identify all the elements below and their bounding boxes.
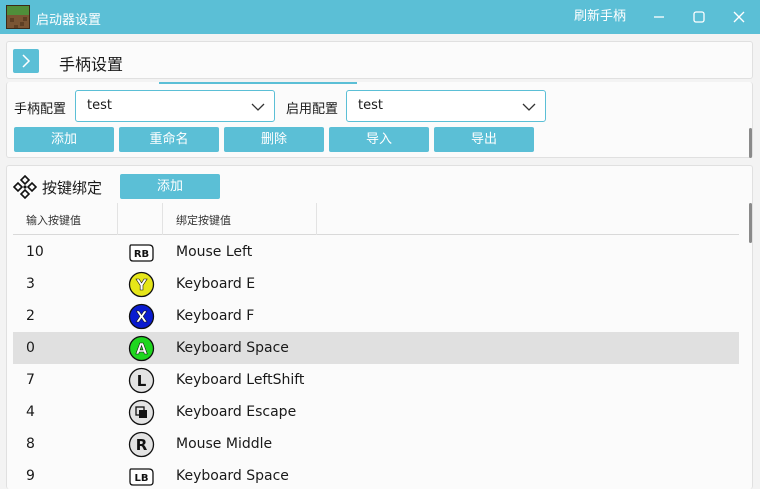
svg-text:R: R (136, 436, 148, 454)
x-button-icon: X (128, 303, 155, 330)
gamepad-config-value: test (87, 98, 112, 113)
table-row[interactable]: 9 LB Keyboard Space (13, 460, 739, 489)
rename-config-button[interactable]: 重命名 (119, 127, 219, 152)
config-panel: 手柄配置 test 启用配置 test 添加 重命名 删除 导入 导出 (6, 82, 753, 158)
table-body: 10 RB Mouse Left 3 Y Keyboard E 2 X Keyboard F 0 A… (13, 236, 739, 489)
export-config-button[interactable]: 导出 (434, 127, 534, 152)
chevron-down-icon (251, 103, 265, 111)
bound-key-value: Keyboard F (176, 308, 255, 324)
column-header-input[interactable]: 输入按键值 (26, 212, 81, 228)
import-config-button[interactable]: 导入 (329, 127, 429, 152)
column-header-bind[interactable]: 绑定按键值 (176, 212, 231, 228)
maximize-icon (693, 11, 705, 23)
add-config-button[interactable]: 添加 (14, 127, 114, 152)
dpad-icon (13, 175, 37, 199)
input-key-value: 4 (26, 404, 35, 420)
table-row[interactable]: 10 RB Mouse Left (13, 236, 739, 268)
refresh-gamepad-button[interactable]: 刷新手柄 (566, 6, 634, 28)
table-row[interactable]: 7 L Keyboard LeftShift (13, 364, 739, 396)
a-button-icon: A (128, 335, 155, 362)
table-row[interactable]: 8 R Mouse Middle (13, 428, 739, 460)
input-key-value: 9 (26, 468, 35, 484)
table-row[interactable]: 0 A Keyboard Space (13, 332, 739, 364)
view-button-icon (128, 399, 155, 426)
minimize-button[interactable] (646, 4, 672, 30)
key-bindings-title: 按键绑定 (42, 179, 103, 197)
table-row[interactable]: 2 X Keyboard F (13, 300, 739, 332)
close-button[interactable] (726, 4, 752, 30)
title-bar: 启动器设置 刷新手柄 (0, 0, 760, 34)
svg-text:A: A (136, 340, 148, 358)
config-scrollbar[interactable] (749, 128, 752, 158)
right-stick-icon: R (128, 431, 155, 458)
input-key-value: 8 (26, 436, 35, 452)
input-key-value: 3 (26, 276, 35, 292)
enabled-config-select[interactable]: test (346, 90, 546, 122)
window-title: 启动器设置 (36, 13, 102, 28)
enabled-config-value: test (358, 98, 383, 113)
input-key-value: 7 (26, 372, 35, 388)
svg-text:X: X (136, 308, 148, 326)
gamepad-config-select[interactable]: test (75, 90, 275, 122)
y-button-icon: Y (128, 271, 155, 298)
svg-text:Y: Y (135, 276, 148, 294)
svg-text:RB: RB (134, 249, 149, 260)
bound-key-value: Mouse Left (176, 244, 253, 260)
svg-text:L: L (137, 372, 147, 390)
input-key-value: 0 (26, 340, 35, 356)
bound-key-value: Keyboard LeftShift (176, 372, 305, 388)
app-icon (6, 5, 30, 29)
close-icon (733, 11, 745, 23)
input-key-value: 2 (26, 308, 35, 324)
bindings-scrollbar[interactable] (749, 203, 752, 243)
key-bindings-panel: 按键绑定 添加 输入按键值 绑定按键值 10 RB Mouse Left 3 Y Keyb… (6, 165, 753, 489)
bound-key-value: Keyboard E (176, 276, 256, 292)
expand-button[interactable] (13, 49, 39, 73)
input-key-value: 10 (26, 244, 44, 260)
gamepad-settings-header: 手柄设置 (6, 41, 753, 79)
page-title: 手柄设置 (59, 55, 124, 74)
accent-line (159, 82, 357, 84)
left-stick-icon: L (128, 367, 155, 394)
svg-text:LB: LB (135, 473, 149, 484)
bound-key-value: Keyboard Space (176, 340, 289, 356)
table-row[interactable]: 4 Keyboard Escape (13, 396, 739, 428)
chevron-right-icon (22, 54, 31, 68)
rb-icon: RB (129, 244, 154, 262)
table-header: 输入按键值 绑定按键值 (13, 203, 739, 235)
gamepad-config-label: 手柄配置 (14, 102, 67, 117)
enabled-config-label: 启用配置 (286, 102, 339, 117)
maximize-button[interactable] (686, 4, 712, 30)
bound-key-value: Keyboard Space (176, 468, 289, 484)
lb-icon: LB (129, 468, 154, 486)
table-row[interactable]: 3 Y Keyboard E (13, 268, 739, 300)
chevron-down-icon (522, 103, 536, 111)
minimize-icon (654, 16, 664, 18)
bound-key-value: Keyboard Escape (176, 404, 297, 420)
add-binding-button[interactable]: 添加 (120, 174, 220, 199)
delete-config-button[interactable]: 删除 (224, 127, 324, 152)
bindings-table: 输入按键值 绑定按键值 10 RB Mouse Left 3 Y Keyboard E 2 X… (13, 203, 739, 489)
bound-key-value: Mouse Middle (176, 436, 273, 452)
